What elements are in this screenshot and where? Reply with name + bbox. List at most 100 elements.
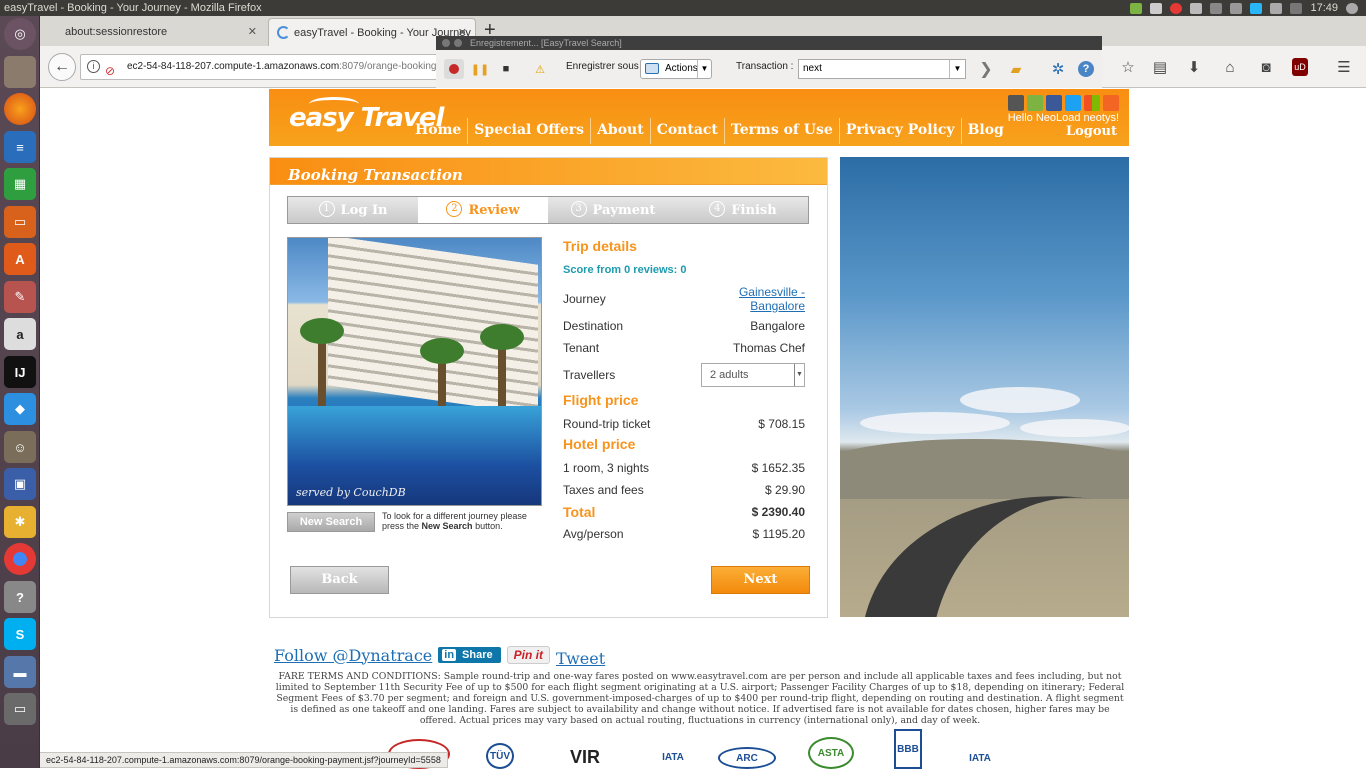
bluetooth-icon[interactable] <box>1230 2 1243 14</box>
ubuntu-dash-icon[interactable]: ◎ <box>4 18 36 50</box>
tab-sessionrestore[interactable]: about:sessionrestore ✕ <box>40 18 265 46</box>
drive-icon[interactable]: ▭ <box>4 693 36 725</box>
nav-special-offers[interactable]: Special Offers <box>468 118 592 144</box>
info-icon[interactable]: i <box>87 60 100 73</box>
step-label: Log In <box>340 203 388 218</box>
site-header: easy Travel Home Special Offers About Co… <box>269 89 1129 146</box>
travellers-select[interactable]: 2 adults ▼ <box>701 363 805 387</box>
network-icon[interactable] <box>1190 2 1203 14</box>
booking-panel: Booking Transaction 1 Log In 2 Review 3 Pay… <box>269 157 828 618</box>
twitter-icon[interactable] <box>1065 95 1081 111</box>
tweet-link[interactable]: Tweet <box>556 649 605 668</box>
keyboard-layout-icon[interactable] <box>1210 2 1223 14</box>
download-icon[interactable]: ⬇ <box>1184 57 1204 77</box>
forward-arrow-icon[interactable]: ❯ <box>976 59 996 79</box>
step-number: 3 <box>570 201 587 217</box>
pinwheel-icon[interactable]: ✱ <box>4 506 36 538</box>
road-image <box>840 157 1129 617</box>
clock[interactable]: 17:49 <box>1310 0 1338 16</box>
menu-icon[interactable]: ☰ <box>1334 57 1354 77</box>
nav-about[interactable]: About <box>591 118 651 144</box>
android-icon[interactable] <box>1027 95 1043 111</box>
chevron-down-icon[interactable]: ▼ <box>949 60 965 78</box>
nav-contact[interactable]: Contact <box>651 118 725 144</box>
home-icon[interactable]: ⌂ <box>1220 57 1240 77</box>
bookmark-star-icon[interactable]: ☆ <box>1118 57 1138 77</box>
record-button[interactable] <box>444 59 464 79</box>
dropbox-launcher-icon[interactable]: ◆ <box>4 393 36 425</box>
browser-toolbar: ☆ ▤ ⬇ ⌂ ◙ uD ☰ <box>1102 46 1366 88</box>
help-icon[interactable]: ? <box>1078 61 1094 77</box>
ublock-icon[interactable]: uD <box>1292 58 1308 76</box>
vir-badge: VIR <box>569 746 600 767</box>
save-as-select[interactable]: Actions ▼ <box>640 59 712 79</box>
close-icon[interactable]: ✕ <box>248 18 257 46</box>
help-icon[interactable]: ? <box>4 581 36 613</box>
url-bar[interactable]: i ⊘ ec2-54-84-118-207.compute-1.amazonaw… <box>80 54 470 80</box>
chrome-icon[interactable] <box>1170 2 1183 14</box>
stop-button[interactable]: ■ <box>496 59 516 79</box>
nav-terms-of-use[interactable]: Terms of Use <box>725 118 840 144</box>
apple-icon[interactable] <box>1008 95 1024 111</box>
nav-privacy-policy[interactable]: Privacy Policy <box>840 118 962 144</box>
new-search-button[interactable]: New Search <box>287 512 375 532</box>
volume-icon[interactable] <box>1290 2 1303 14</box>
facebook-icon[interactable] <box>1046 95 1062 111</box>
chrome-launcher-icon[interactable] <box>4 543 36 575</box>
warning-icon[interactable]: ⚠ <box>530 59 550 79</box>
skype-icon[interactable]: S <box>4 618 36 650</box>
pause-button[interactable]: ❚❚ <box>470 59 490 79</box>
pocket-icon[interactable]: ◙ <box>1256 57 1276 77</box>
software-center-icon[interactable]: A <box>4 243 36 275</box>
bbb-badge: BBB <box>894 729 922 769</box>
nav-home[interactable]: Home <box>409 118 469 144</box>
mail-icon[interactable] <box>1250 2 1263 14</box>
wifi-icon[interactable] <box>1270 2 1283 14</box>
usb-drive-icon[interactable]: ▬ <box>4 656 36 688</box>
minimize-dot[interactable] <box>454 39 462 47</box>
settings-icon[interactable]: ✎ <box>4 281 36 313</box>
next-button[interactable]: Next <box>711 566 810 594</box>
neoload-logo-icon[interactable]: ✲ <box>1048 59 1068 79</box>
files-icon[interactable] <box>4 56 36 88</box>
back-button[interactable]: ← <box>48 53 76 81</box>
social-bar: Follow @Dynatrace in Share Pin it Tweet <box>274 643 605 668</box>
nav-blog[interactable]: Blog <box>962 118 1010 144</box>
journey-label: Journey <box>563 292 606 306</box>
image-caption: served by CouchDB <box>296 486 406 499</box>
logout-link[interactable]: Logout <box>1066 124 1117 139</box>
journey-link[interactable]: Gainesville - Bangalore <box>725 285 805 313</box>
intellij-icon[interactable]: IJ <box>4 356 36 388</box>
linkedin-share-button[interactable]: in Share <box>438 647 501 663</box>
firefox-icon[interactable] <box>4 93 36 125</box>
rss-icon[interactable] <box>1103 95 1119 111</box>
neoload-recorder: Enregistrement... [EasyTravel Search] ❚❚… <box>436 36 1102 88</box>
back-button[interactable]: Back <box>290 566 389 594</box>
dropbox-icon[interactable] <box>1130 2 1143 14</box>
gimp-icon[interactable]: ☺ <box>4 431 36 463</box>
arc-badge: ARC <box>718 747 776 769</box>
close-dot[interactable] <box>442 39 450 47</box>
os-top-panel: easyTravel - Booking - Your Journey - Mo… <box>0 0 1366 16</box>
impress-icon[interactable]: ▭ <box>4 206 36 238</box>
step-label: Finish <box>731 203 777 218</box>
room-row: 1 room, 3 nights $ 1652.35 <box>563 461 805 475</box>
pinterest-button[interactable]: Pin it <box>506 646 550 664</box>
transaction-input[interactable]: next ▼ <box>798 59 966 79</box>
power-icon[interactable] <box>1346 2 1358 14</box>
total-row: Total $ 2390.40 <box>563 504 805 520</box>
neoload-title-bar: Enregistrement... [EasyTravel Search] <box>436 36 1102 50</box>
amazon-icon[interactable]: a <box>4 318 36 350</box>
writer-icon[interactable]: ≡ <box>4 131 36 163</box>
folder-open-icon[interactable]: ▰ <box>1006 59 1026 79</box>
status-bar: ec2-54-84-118-207.compute-1.amazonaws.co… <box>40 752 448 768</box>
remote-desktop-icon[interactable]: ▣ <box>4 468 36 500</box>
calc-icon[interactable]: ▦ <box>4 168 36 200</box>
follow-dynatrace-link[interactable]: Follow @Dynatrace <box>274 646 432 665</box>
insecure-icon[interactable]: ⊘ <box>105 59 115 79</box>
reading-list-icon[interactable]: ▤ <box>1150 57 1170 77</box>
linkedin-icon: in <box>442 649 457 661</box>
sync-icon[interactable] <box>1150 2 1163 14</box>
windows-icon[interactable] <box>1084 95 1100 111</box>
window-title: easyTravel - Booking - Your Journey - Mo… <box>4 2 262 14</box>
